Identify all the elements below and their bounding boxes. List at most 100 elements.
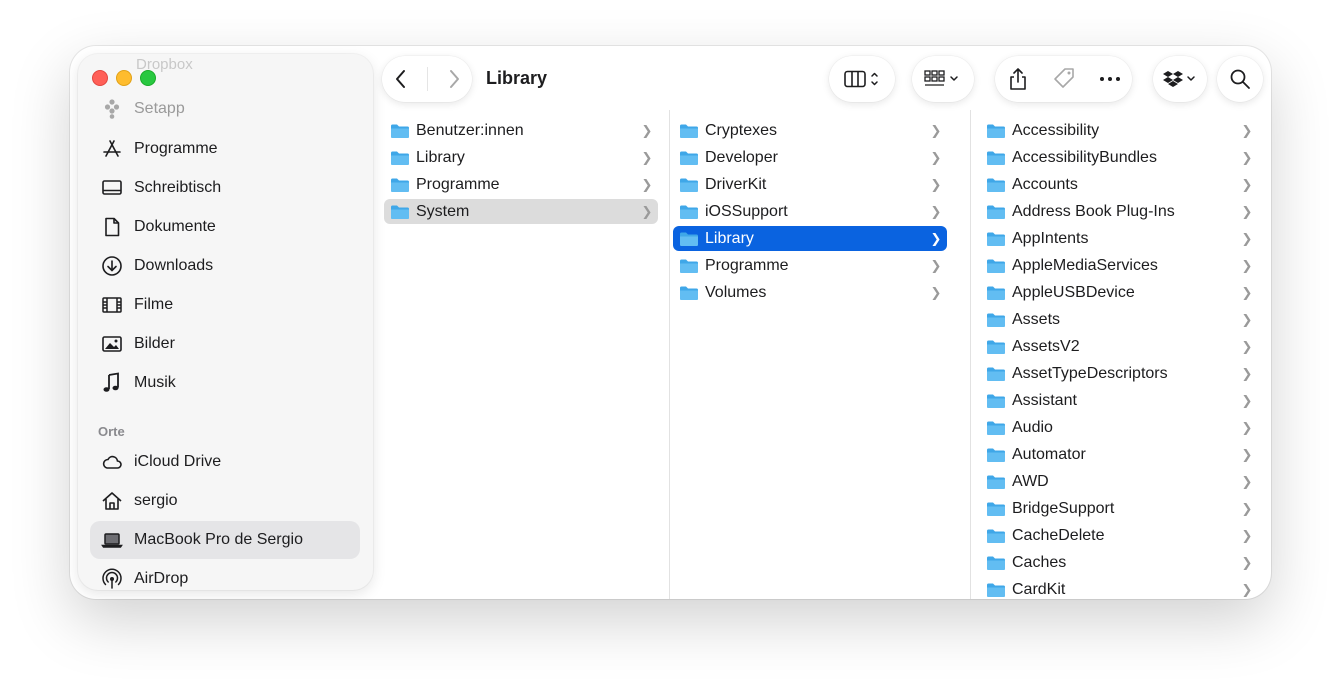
- chevron-right-icon: ❯: [930, 257, 942, 273]
- folder-row[interactable]: Volumes ❯: [673, 280, 947, 305]
- document-icon: [100, 215, 124, 239]
- minimize-button[interactable]: [116, 70, 132, 86]
- sidebar-item-label: Schreibtisch: [134, 179, 222, 196]
- sidebar-item-icloud-drive[interactable]: iCloud Drive: [90, 443, 360, 481]
- folder-row[interactable]: Automator ❯: [980, 442, 1258, 467]
- chevron-right-icon: ❯: [930, 122, 942, 138]
- download-icon: [100, 254, 124, 278]
- more-button[interactable]: [1095, 56, 1125, 102]
- folder-name: Benutzer:innen: [416, 121, 524, 139]
- folder-row[interactable]: AccessibilityBundles ❯: [980, 145, 1258, 170]
- chevron-right-icon: ❯: [930, 230, 942, 246]
- dropbox-icon: [1163, 71, 1195, 87]
- folder-row[interactable]: Cryptexes ❯: [673, 118, 947, 143]
- folder-row[interactable]: Assets ❯: [980, 307, 1258, 332]
- search-button[interactable]: [1217, 56, 1263, 102]
- sidebar-item-label: Bilder: [134, 335, 175, 352]
- folder-row[interactable]: Address Book Plug-Ins ❯: [980, 199, 1258, 224]
- folder-row[interactable]: Audio ❯: [980, 415, 1258, 440]
- folder-icon: [987, 421, 1005, 435]
- view-mode-content: [839, 56, 885, 102]
- folder-row[interactable]: DriverKit ❯: [673, 172, 947, 197]
- folder-name: CacheDelete: [1012, 526, 1105, 544]
- folder-icon: [680, 124, 698, 138]
- app-store-icon: [100, 137, 124, 161]
- sidebar-item-programme[interactable]: Programme: [90, 130, 360, 168]
- folder-row[interactable]: Benutzer:innen ❯: [384, 118, 658, 143]
- folder-row[interactable]: Developer ❯: [673, 145, 947, 170]
- chevron-right-icon: ❯: [1241, 284, 1253, 300]
- close-button[interactable]: [92, 70, 108, 86]
- folder-icon: [987, 583, 1005, 597]
- zoom-button[interactable]: [140, 70, 156, 86]
- folder-row[interactable]: Accessibility ❯: [980, 118, 1258, 143]
- sidebar-item-setapp[interactable]: Setapp: [90, 90, 360, 128]
- chevron-right-icon: ❯: [1241, 500, 1253, 516]
- chevron-right-icon: ❯: [1241, 338, 1253, 354]
- folder-row[interactable]: Accounts ❯: [980, 172, 1258, 197]
- chevron-right-icon: ❯: [1241, 365, 1253, 381]
- folder-row[interactable]: Library ❯: [673, 226, 947, 251]
- folder-row[interactable]: CardKit ❯: [980, 577, 1258, 599]
- group-button[interactable]: [912, 56, 974, 102]
- folder-row[interactable]: AWD ❯: [980, 469, 1258, 494]
- folder-row[interactable]: BridgeSupport ❯: [980, 496, 1258, 521]
- folder-row[interactable]: CacheDelete ❯: [980, 523, 1258, 548]
- folder-name: AppleUSBDevice: [1012, 283, 1135, 301]
- dropbox-content: [1159, 56, 1201, 102]
- folder-row[interactable]: iOSSupport ❯: [673, 199, 947, 224]
- tag-button[interactable]: [1048, 56, 1080, 102]
- chevron-right-icon: ❯: [1241, 446, 1253, 462]
- sidebar-item-macbook-pro[interactable]: MacBook Pro de Sergio: [90, 521, 360, 559]
- folder-row[interactable]: AssetTypeDescriptors ❯: [980, 361, 1258, 386]
- folder-row[interactable]: Assistant ❯: [980, 388, 1258, 413]
- folder-row[interactable]: System ❯: [384, 199, 658, 224]
- folder-icon: [987, 313, 1005, 327]
- sidebar-item-dokumente[interactable]: Dokumente: [90, 208, 360, 246]
- share-icon: [1009, 68, 1026, 90]
- folder-row[interactable]: AppleUSBDevice ❯: [980, 280, 1258, 305]
- sidebar-item-bilder[interactable]: Bilder: [90, 325, 360, 363]
- folder-row[interactable]: Programme ❯: [384, 172, 658, 197]
- folder-icon: [987, 286, 1005, 300]
- cloud-icon: [100, 450, 124, 474]
- folder-icon: [987, 259, 1005, 273]
- folder-row[interactable]: Library ❯: [384, 145, 658, 170]
- folder-row[interactable]: Caches ❯: [980, 550, 1258, 575]
- sidebar-item-label: Setapp: [134, 100, 185, 117]
- folder-row[interactable]: AssetsV2 ❯: [980, 334, 1258, 359]
- folder-icon: [391, 124, 409, 138]
- chevron-right-icon: ❯: [930, 149, 942, 165]
- folder-name: Accessibility: [1012, 121, 1100, 139]
- sidebar-item-musik[interactable]: Musik: [90, 364, 360, 402]
- folder-row[interactable]: AppleMediaServices ❯: [980, 253, 1258, 278]
- view-mode-button[interactable]: [829, 56, 895, 102]
- chevron-right-icon: ❯: [930, 176, 942, 192]
- share-button[interactable]: [1003, 56, 1033, 102]
- chevron-right-icon: ❯: [1241, 419, 1253, 435]
- music-note-icon: [100, 371, 124, 395]
- forward-button[interactable]: [443, 56, 465, 102]
- chevron-right-icon: ❯: [1241, 149, 1253, 165]
- sidebar-item-schreibtisch[interactable]: Schreibtisch: [90, 169, 360, 207]
- column-system: Cryptexes ❯ Developer ❯ DriverKit ❯ iOSSupport…: [671, 110, 971, 599]
- chevron-right-icon: ❯: [1241, 122, 1253, 138]
- folder-row[interactable]: Programme ❯: [673, 253, 947, 278]
- group-content: [919, 56, 967, 102]
- folder-name: AssetTypeDescriptors: [1012, 364, 1168, 382]
- folder-icon: [680, 205, 698, 219]
- sidebar-item-label: Downloads: [134, 257, 214, 274]
- sidebar-item-filme[interactable]: Filme: [90, 286, 360, 324]
- sidebar-item-sergio[interactable]: sergio: [90, 482, 360, 520]
- chevron-right-icon: ❯: [1241, 203, 1253, 219]
- sidebar-item-downloads[interactable]: Downloads: [90, 247, 360, 285]
- chevron-right-icon: ❯: [930, 284, 942, 300]
- folder-row[interactable]: AppIntents ❯: [980, 226, 1258, 251]
- back-button[interactable]: [390, 56, 412, 102]
- sidebar-item-label: Dokumente: [134, 218, 216, 235]
- sidebar-item-label: Musik: [134, 374, 176, 391]
- sidebar-item-airdrop[interactable]: AirDrop: [90, 560, 360, 590]
- folder-icon: [987, 394, 1005, 408]
- folder-name: Programme: [416, 175, 500, 193]
- dropbox-button[interactable]: [1153, 56, 1207, 102]
